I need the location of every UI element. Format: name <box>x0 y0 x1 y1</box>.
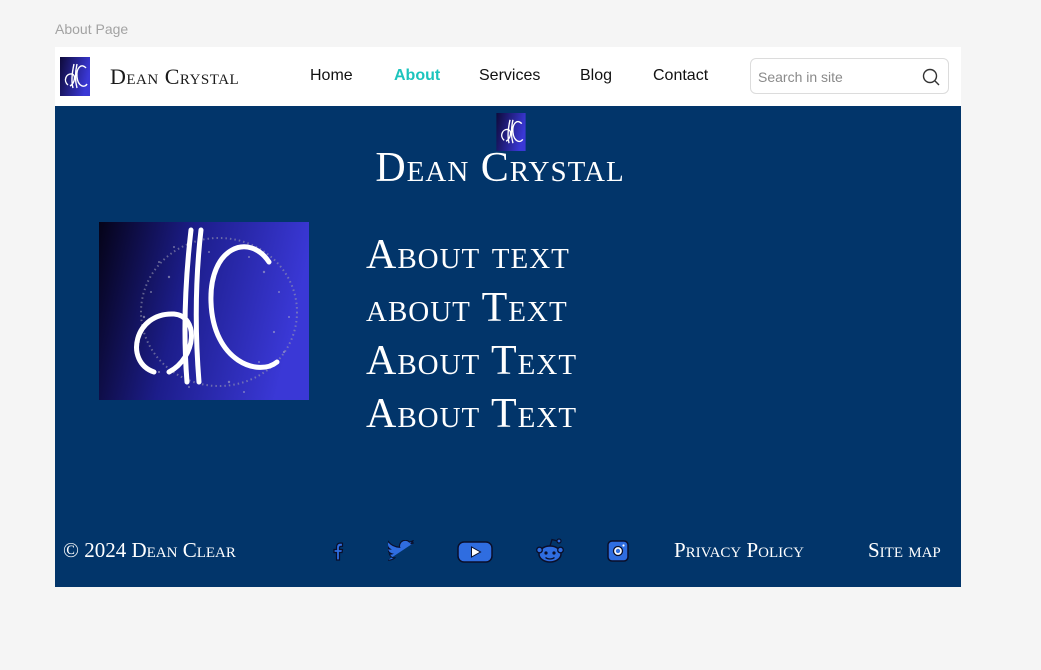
frame-label: About Page <box>55 21 129 37</box>
instagram-icon[interactable] <box>607 540 629 562</box>
dc-monogram-logo-icon[interactable] <box>60 57 90 96</box>
brand-name[interactable]: Dean Crystal <box>110 64 239 90</box>
about-text-line: About Text <box>366 391 578 437</box>
search-icon[interactable] <box>921 67 941 87</box>
nav-blog[interactable]: Blog <box>580 67 612 85</box>
copyright: © 2024 Dean Clear <box>63 538 236 562</box>
navbar: Dean Crystal Home About Services Blog Co… <box>55 47 961 106</box>
site-map-link[interactable]: Site map <box>868 538 941 563</box>
search-input[interactable] <box>758 67 918 87</box>
facebook-icon[interactable] <box>329 540 347 562</box>
hero-title: Dean Crystal <box>375 145 625 191</box>
search-box <box>750 58 949 94</box>
about-text-block: About text about Text About Text About T… <box>366 229 577 441</box>
about-page: Dean Crystal Home About Services Blog Co… <box>55 47 961 587</box>
youtube-icon[interactable] <box>457 541 493 563</box>
twitter-icon[interactable] <box>388 540 416 562</box>
nav-contact[interactable]: Contact <box>653 67 708 85</box>
about-text-line: About Text <box>366 338 578 384</box>
nav-services[interactable]: Services <box>479 67 540 85</box>
privacy-policy-link[interactable]: Privacy Policy <box>674 538 804 563</box>
dc-monogram-artwork <box>99 222 309 400</box>
nav-home[interactable]: Home <box>310 67 353 85</box>
about-text-line: about Text <box>366 285 568 331</box>
nav-about[interactable]: About <box>394 67 440 85</box>
reddit-icon[interactable] <box>535 536 565 566</box>
about-text-line: About text <box>366 232 570 278</box>
